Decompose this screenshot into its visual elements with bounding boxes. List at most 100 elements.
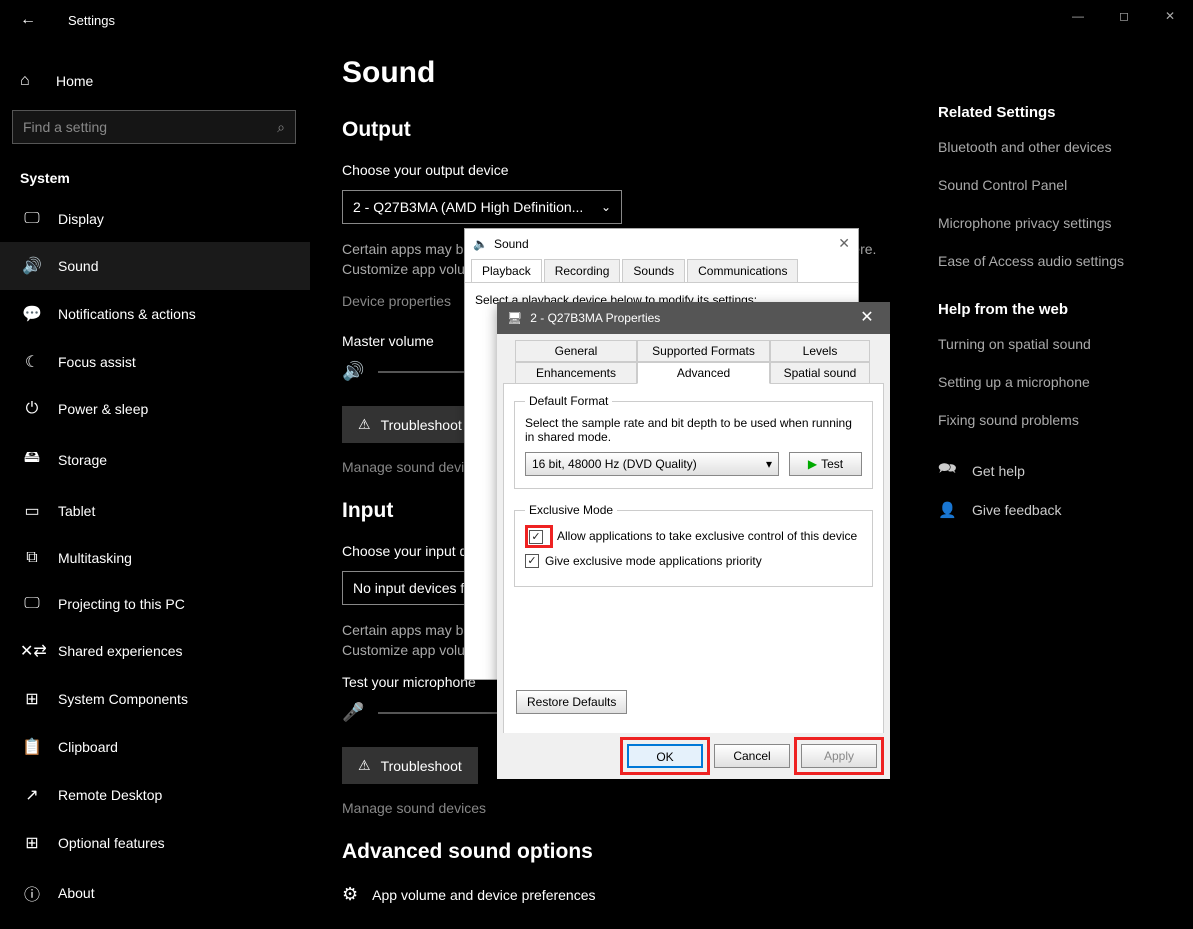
sidebar-item-sound[interactable]: 🔊 Sound: [0, 242, 310, 290]
tab-supported-formats[interactable]: Supported Formats: [637, 340, 770, 362]
sidebar-item-remote-desktop[interactable]: ↗ Remote Desktop: [0, 771, 310, 819]
nav-label: Sound: [58, 258, 98, 274]
back-button[interactable]: ←: [20, 11, 36, 29]
feedback-link[interactable]: 👤 Give feedback: [938, 501, 1173, 519]
nav-icon: ⧉: [20, 549, 44, 567]
nav-icon: 🖵: [20, 210, 44, 228]
nav-icon: ↗: [20, 785, 44, 805]
output-heading: Output: [342, 118, 878, 142]
speaker-icon: 🔈: [473, 237, 488, 251]
nav-label: System Components: [58, 691, 188, 707]
feedback-icon: 👤: [938, 501, 960, 519]
nav-label: Optional features: [58, 835, 165, 851]
close-icon[interactable]: ✕: [838, 235, 850, 252]
restore-defaults-button[interactable]: Restore Defaults: [516, 690, 627, 714]
nav-icon: 🖵: [20, 595, 44, 613]
sidebar-item-system-components[interactable]: ⊞ System Components: [0, 675, 310, 723]
exclusive-label-1: Allow applications to take exclusive con…: [557, 529, 857, 543]
tab-spatial-sound[interactable]: Spatial sound: [770, 362, 870, 384]
sidebar-item-tablet[interactable]: ▭Tablet: [0, 487, 310, 535]
nav-icon: 🔊: [20, 256, 44, 276]
tab-sounds[interactable]: Sounds: [622, 259, 685, 282]
properties-dialog-header[interactable]: 🖥 2 - Q27B3MA Properties ✕: [497, 302, 890, 334]
sidebar-item-display[interactable]: 🖵 Display: [0, 196, 310, 242]
tab-enhancements[interactable]: Enhancements: [515, 362, 637, 384]
tab-levels[interactable]: Levels: [770, 340, 870, 362]
ok-button[interactable]: OK: [627, 744, 703, 768]
title-bar: ← Settings — ◻ ✕: [0, 0, 1193, 40]
chevron-down-icon: ⌄: [601, 200, 611, 214]
test-button[interactable]: ▶ Test: [789, 452, 862, 476]
apply-button[interactable]: Apply: [801, 744, 877, 768]
troubleshoot-label: Troubleshoot: [381, 417, 462, 433]
default-format-legend: Default Format: [525, 394, 612, 408]
get-help-link[interactable]: 🗪 Get help: [938, 458, 1173, 483]
sidebar-item-power-sleep[interactable]: ⏻Power & sleep: [0, 386, 310, 432]
exclusive-label-2: Give exclusive mode applications priorit…: [545, 554, 762, 568]
nav-icon: ▭: [20, 501, 44, 521]
maximize-button[interactable]: ◻: [1101, 0, 1147, 32]
related-heading: Related Settings: [938, 104, 1173, 121]
sidebar-item-storage[interactable]: 🖴Storage: [0, 432, 310, 487]
exclusive-checkbox-2[interactable]: ✓: [525, 554, 539, 568]
related-link[interactable]: Ease of Access audio settings: [938, 253, 1173, 269]
search-input[interactable]: Find a setting ⌕: [12, 110, 296, 144]
sound-dialog-title: Sound: [494, 237, 529, 251]
sidebar-item-notifications-actions[interactable]: 💬Notifications & actions: [0, 290, 310, 338]
troubleshoot-output-button[interactable]: ⚠ Troubleshoot: [342, 406, 478, 443]
help-link[interactable]: Turning on spatial sound: [938, 336, 1173, 352]
sidebar-item-about[interactable]: ⓘAbout: [0, 867, 310, 919]
sidebar-item-clipboard[interactable]: 📋Clipboard: [0, 723, 310, 771]
tab-communications[interactable]: Communications: [687, 259, 798, 282]
advanced-heading: Advanced sound options: [342, 840, 878, 864]
default-format-group: Default Format Select the sample rate an…: [514, 394, 873, 489]
sound-dialog-header[interactable]: 🔈 Sound ✕: [465, 229, 858, 259]
close-button[interactable]: ✕: [1147, 0, 1193, 32]
nav-label: Shared experiences: [58, 643, 183, 659]
troubleshoot-label-2: Troubleshoot: [381, 758, 462, 774]
exclusive-checkbox-1[interactable]: ✓: [529, 530, 543, 544]
microphone-icon: 🎤: [342, 702, 364, 723]
sidebar-item-optional-features[interactable]: ⊞Optional features: [0, 819, 310, 867]
tab-recording[interactable]: Recording: [544, 259, 621, 282]
output-choose-label: Choose your output device: [342, 162, 878, 178]
nav-label: Focus assist: [58, 354, 136, 370]
related-link[interactable]: Microphone privacy settings: [938, 215, 1173, 231]
page-title: Sound: [342, 56, 878, 90]
close-icon[interactable]: ✕: [844, 302, 890, 334]
nav-icon: ☾: [20, 352, 44, 372]
manage-sound-link-2[interactable]: Manage sound devices: [342, 800, 878, 816]
sidebar-item-shared-experiences[interactable]: ✕⇄Shared experiences: [0, 627, 310, 675]
cancel-button[interactable]: Cancel: [714, 744, 790, 768]
nav-icon: 🖴: [20, 446, 44, 473]
help-link[interactable]: Fixing sound problems: [938, 412, 1173, 428]
warning-icon: ⚠: [358, 757, 371, 774]
minimize-button[interactable]: —: [1055, 0, 1101, 32]
nav-label: Power & sleep: [58, 401, 148, 417]
nav-icon: 📋: [20, 737, 44, 757]
sidebar-item-projecting-to-this-pc[interactable]: 🖵 Projecting to this PC: [0, 581, 310, 627]
home-link[interactable]: ⌂ Home: [0, 60, 310, 102]
tab-advanced[interactable]: Advanced: [637, 362, 770, 384]
nav-label: About: [58, 885, 95, 901]
help-link[interactable]: Setting up a microphone: [938, 374, 1173, 390]
nav-label: Display: [58, 211, 104, 227]
troubleshoot-input-button[interactable]: ⚠ Troubleshoot: [342, 747, 478, 784]
sidebar: ⌂ Home Find a setting ⌕ System 🖵Display🔊…: [0, 40, 310, 929]
properties-title: 2 - Q27B3MA Properties: [530, 311, 660, 325]
warning-icon: ⚠: [358, 416, 371, 433]
related-link[interactable]: Sound Control Panel: [938, 177, 1173, 193]
tab-playback[interactable]: Playback: [471, 259, 542, 282]
tab-general[interactable]: General: [515, 340, 637, 362]
format-dropdown[interactable]: 16 bit, 48000 Hz (DVD Quality) ▾: [525, 452, 779, 476]
nav-label: Projecting to this PC: [58, 596, 185, 612]
sidebar-item-focus-assist[interactable]: ☾ Focus assist: [0, 338, 310, 386]
nav-icon: ⊞: [20, 689, 44, 709]
related-link[interactable]: Bluetooth and other devices: [938, 139, 1173, 155]
output-device-dropdown[interactable]: 2 - Q27B3MA (AMD High Definition... ⌄: [342, 190, 622, 224]
app-volume-link[interactable]: App volume and device preferences: [372, 887, 595, 903]
nav-label: Notifications & actions: [58, 306, 196, 322]
exclusive-legend: Exclusive Mode: [525, 503, 617, 517]
sidebar-item-multitasking[interactable]: ⧉Multitasking: [0, 535, 310, 581]
nav-label: Remote Desktop: [58, 787, 162, 803]
